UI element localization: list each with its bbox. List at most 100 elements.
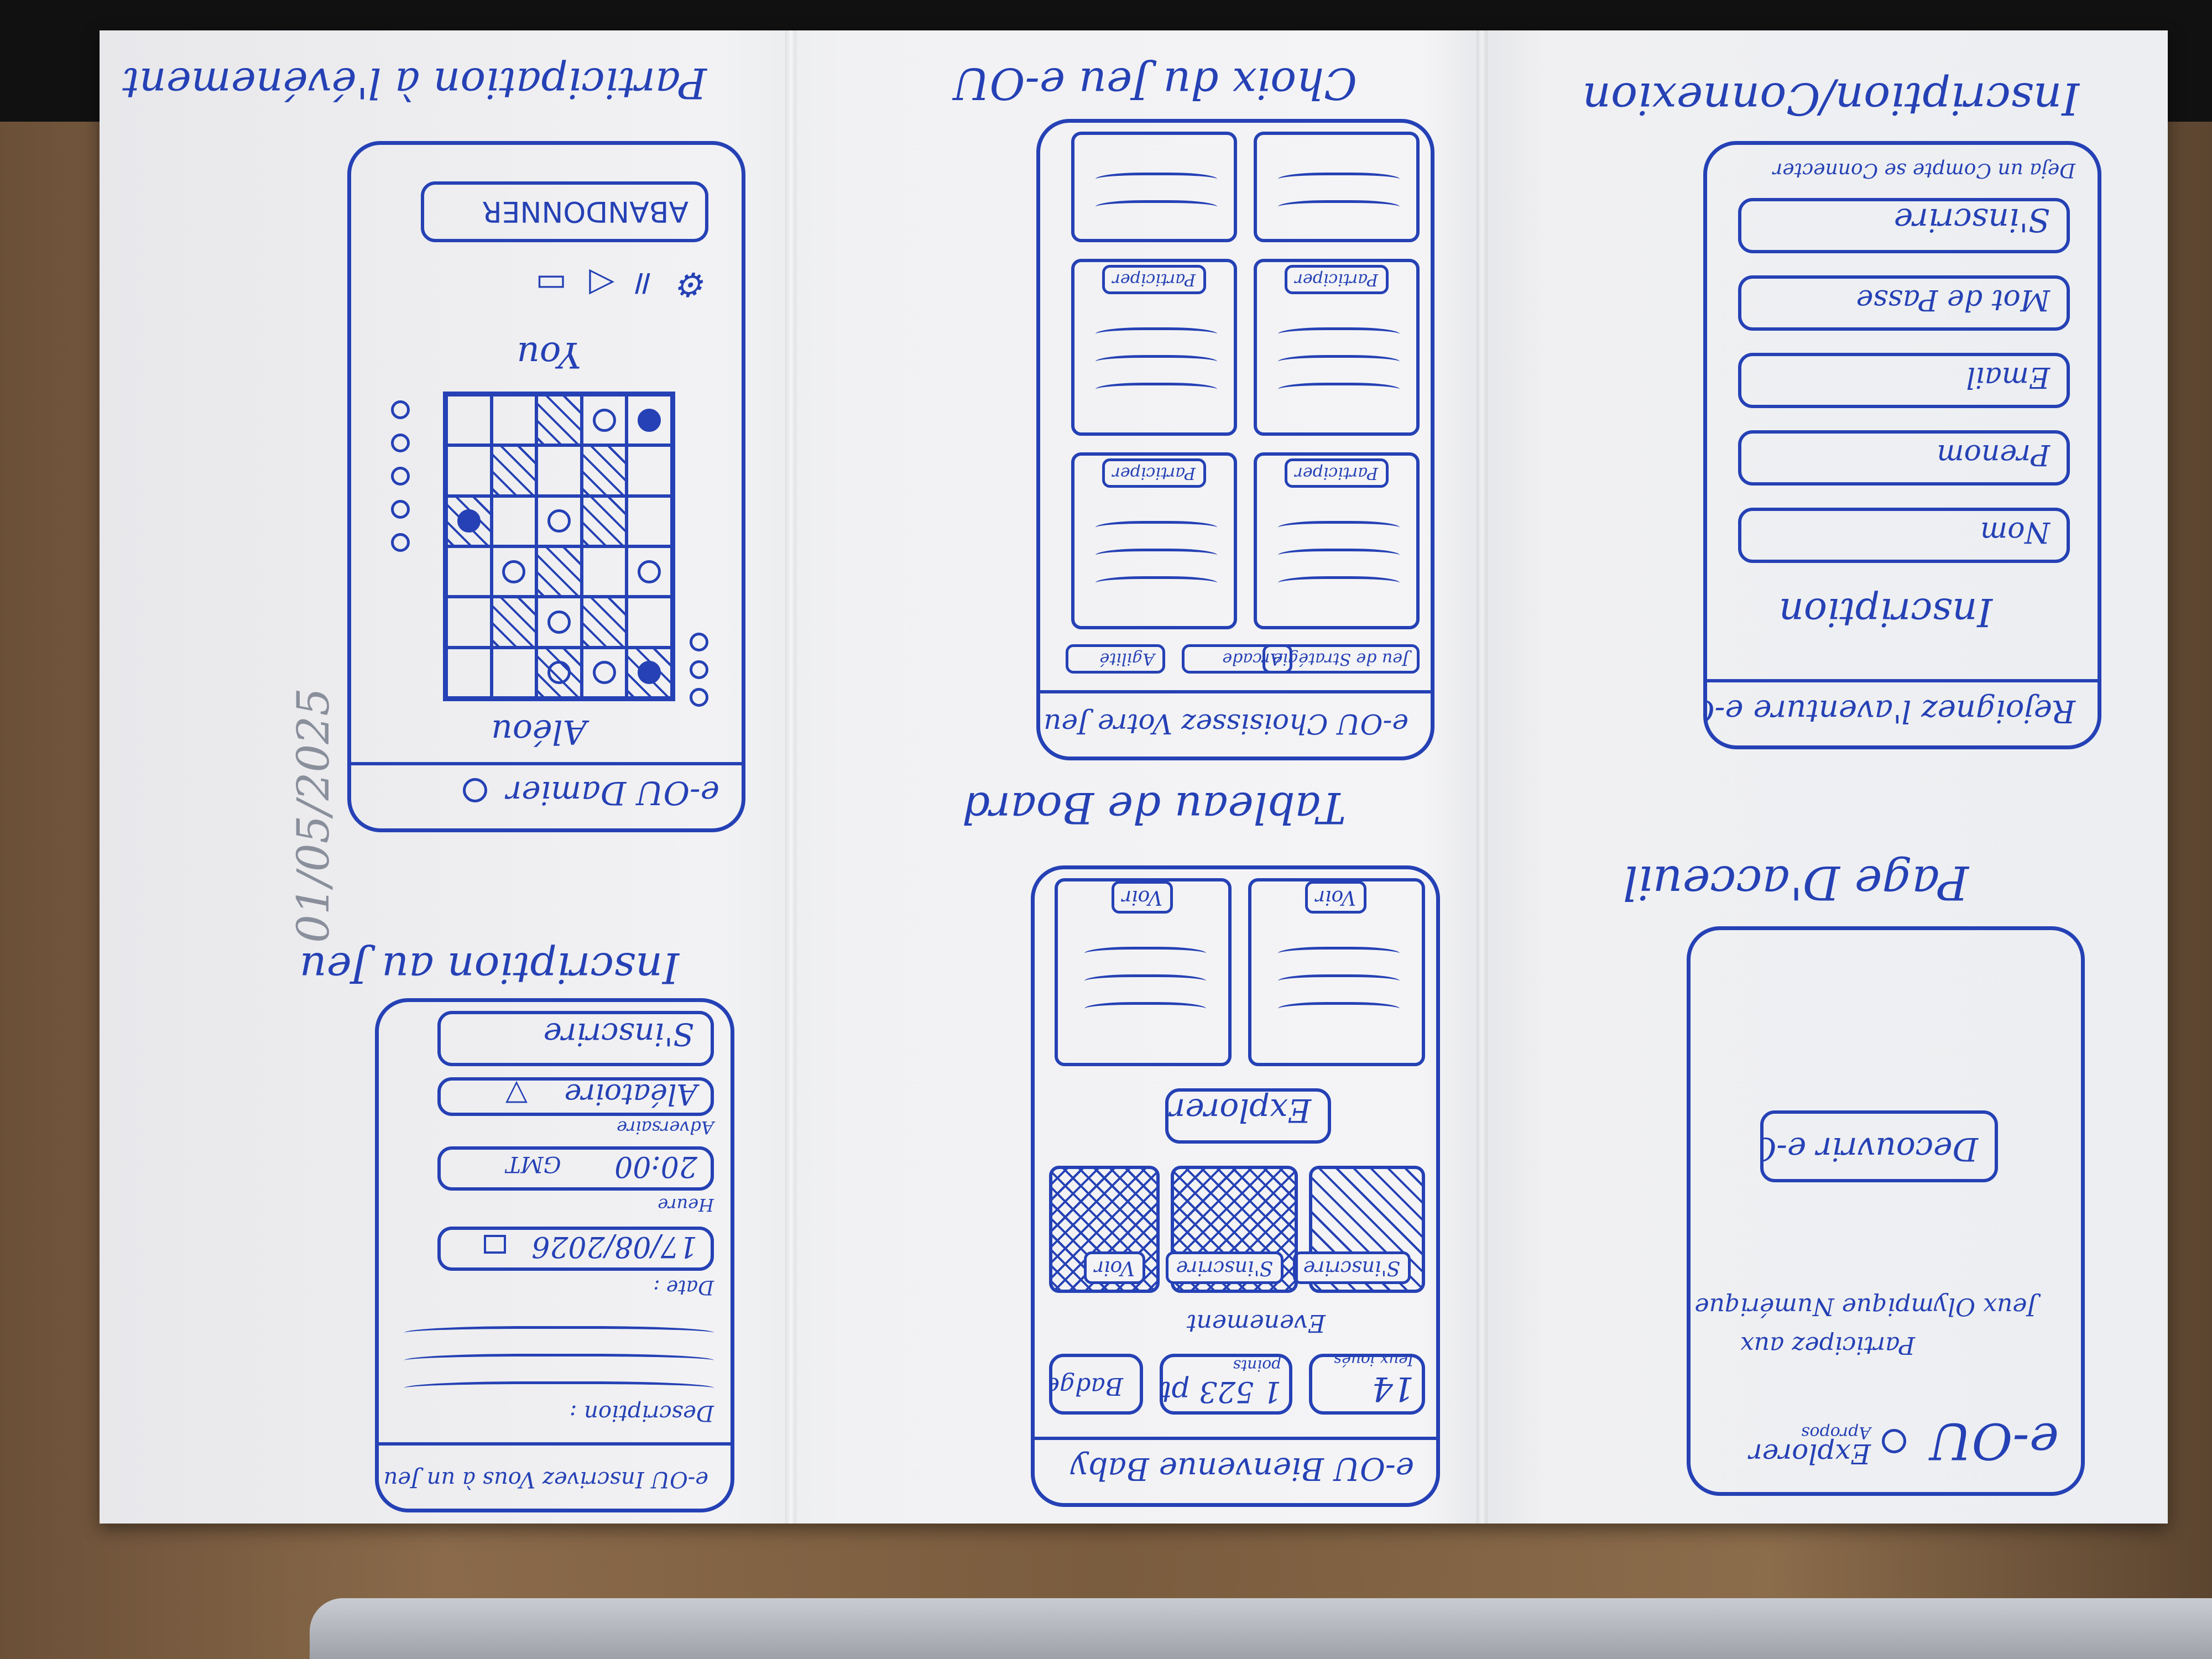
password-field[interactable]: Mot de Passe	[1738, 275, 2070, 331]
stat-games-played: 14 Jeux joués	[1309, 1354, 1425, 1415]
board-cell[interactable]	[581, 597, 627, 648]
board-cell[interactable]	[536, 445, 582, 496]
board-cell[interactable]	[536, 546, 582, 597]
player-piece-icon	[391, 434, 410, 452]
discover-button[interactable]: Decouvrir e-OU	[1760, 1110, 1998, 1182]
board-cell[interactable]	[581, 647, 627, 698]
time-value: 20:00	[614, 1150, 697, 1183]
screen-tournament: e-OU Inscrivez Vous à un Jeu Description…	[375, 998, 734, 1512]
game-card[interactable]: Voir	[1248, 878, 1425, 1066]
board-cell[interactable]	[446, 395, 492, 446]
text-line	[1278, 576, 1400, 593]
game-card[interactable]: Participer	[1071, 452, 1237, 629]
board-cell[interactable]	[627, 495, 672, 546]
board-cell[interactable]	[446, 495, 492, 546]
game-controls: ⚙॥◁▭	[513, 263, 708, 309]
sound-icon[interactable]: ◁	[567, 265, 614, 304]
login-link[interactable]: Deja un Compte se Connecter	[1773, 159, 2075, 181]
screen-signup: Rejoignez l'aventure e-OU Inscription No…	[1703, 141, 2101, 749]
player-name: You	[517, 334, 581, 375]
game-card[interactable]	[1254, 132, 1420, 242]
filter-arcade[interactable]: Arcade	[1182, 644, 1292, 674]
board-cell[interactable]	[446, 647, 492, 698]
game-card[interactable]: Participer	[1254, 452, 1420, 629]
column-onboarding: e-OU Explorer Apropos Participez aux Jeu…	[1479, 30, 2168, 1524]
game-header: e-OU Damier	[351, 762, 742, 828]
time-field[interactable]: 20:00 GMT	[437, 1146, 714, 1191]
badge-button[interactable]: Badge	[1049, 1354, 1143, 1415]
text-line	[1278, 521, 1400, 538]
event-tag[interactable]: S'inscrire	[1292, 1251, 1411, 1284]
tagline-line-2: Jeux Olympique Numérique	[1694, 1292, 2037, 1321]
filter-agility[interactable]: Agilité	[1066, 644, 1165, 674]
participate-button[interactable]: Participer	[1102, 458, 1206, 488]
board-cell[interactable]	[491, 395, 537, 446]
chat-icon[interactable]: ▭	[513, 265, 567, 304]
quit-button[interactable]: ABANDONNER	[421, 181, 708, 242]
text-line	[1278, 383, 1400, 399]
board-cell[interactable]	[627, 546, 672, 597]
event-tag[interactable]: Voir	[1083, 1251, 1145, 1284]
event-tag[interactable]: S'inscrire	[1165, 1251, 1284, 1284]
card-view-button[interactable]: Voir	[1111, 881, 1173, 914]
board-cell[interactable]	[536, 597, 582, 648]
player-piece-icon	[391, 467, 410, 486]
player-piece-icon	[391, 533, 410, 552]
checkerboard[interactable]	[443, 392, 675, 701]
board-cell[interactable]	[491, 495, 537, 546]
board-cell[interactable]	[536, 495, 582, 546]
board-cell[interactable]	[627, 647, 672, 698]
participate-button[interactable]: Participer	[1284, 458, 1389, 488]
board-cell[interactable]	[627, 597, 672, 648]
board-cell[interactable]	[627, 445, 672, 496]
board-cell[interactable]	[491, 445, 537, 496]
nav-link-explore[interactable]: Explorer	[1749, 1438, 1871, 1470]
email-field[interactable]: Email	[1738, 353, 2070, 408]
event-card[interactable]: S'inscrire	[1292, 1166, 1425, 1293]
board-cell[interactable]	[446, 445, 492, 496]
text-line	[1084, 974, 1206, 991]
text-line	[1278, 327, 1400, 344]
game-card[interactable]: Voir	[1055, 878, 1232, 1066]
event-card[interactable]: S'inscrire	[1165, 1166, 1298, 1293]
event-card[interactable]: Voir	[1049, 1166, 1160, 1293]
participate-button[interactable]: Participer	[1102, 265, 1206, 294]
name-field[interactable]: Nom	[1738, 508, 2070, 563]
board-cell[interactable]	[446, 597, 492, 648]
board-cell[interactable]	[491, 597, 537, 648]
game-card[interactable]: Participer	[1254, 259, 1420, 436]
text-line	[1095, 576, 1217, 593]
participate-button[interactable]: Participer	[1284, 265, 1389, 294]
settings-gear-icon[interactable]: ⚙	[656, 265, 708, 304]
game-card[interactable]: Participer	[1071, 259, 1237, 436]
board-cell[interactable]	[627, 395, 672, 446]
tournament-submit-button[interactable]: S'inscrire	[437, 1011, 714, 1066]
text-line	[1084, 1002, 1206, 1019]
board-cell[interactable]	[581, 395, 627, 446]
board-cell[interactable]	[536, 395, 582, 446]
explore-button[interactable]: Explorer	[1165, 1088, 1331, 1144]
nav-link-about[interactable]: Apropos	[1801, 1423, 1871, 1442]
signup-submit-button[interactable]: S'inscrire	[1738, 198, 2070, 253]
text-line	[1278, 549, 1400, 565]
board-cell[interactable]	[581, 546, 627, 597]
caption-game-choice: Choix du Jeu e-OU	[953, 58, 1357, 108]
board-cell[interactable]	[446, 546, 492, 597]
text-line	[1278, 947, 1400, 963]
pause-icon[interactable]: ॥	[614, 265, 656, 304]
timezone: GMT	[506, 1151, 561, 1177]
board-cell[interactable]	[581, 495, 627, 546]
board-cell[interactable]	[491, 546, 537, 597]
card-view-button[interactable]: Voir	[1305, 881, 1366, 914]
board-cell[interactable]	[491, 647, 537, 698]
text-line	[1095, 549, 1217, 565]
date-field[interactable]: 17/08/2026	[437, 1227, 714, 1271]
opponent-select[interactable]: Aléatoire ▽	[437, 1077, 714, 1116]
board-cell[interactable]	[536, 647, 582, 698]
board-cell[interactable]	[581, 445, 627, 496]
caption-tournament: Inscription au Jeu	[299, 943, 679, 993]
margin-date-note: 01/05/2025	[288, 687, 339, 943]
firstname-field[interactable]: Prenom	[1738, 430, 2070, 486]
game-card[interactable]	[1071, 132, 1237, 242]
text-line	[1095, 521, 1217, 538]
